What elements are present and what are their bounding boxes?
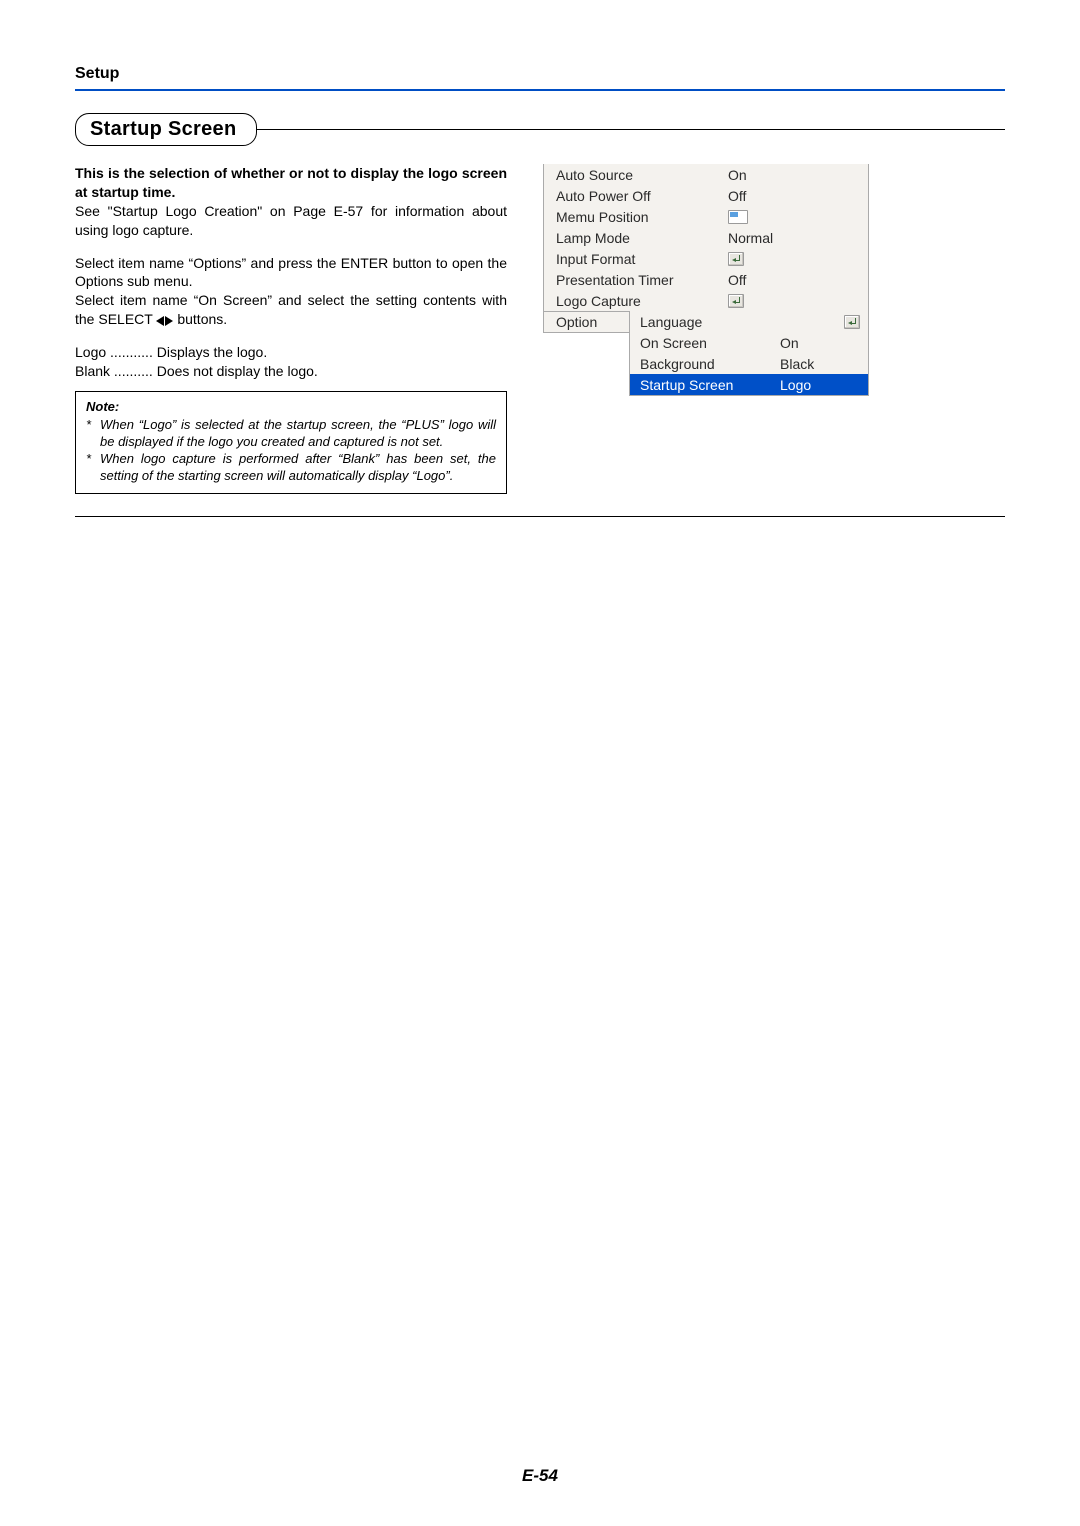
def-term: Logo [75,343,106,362]
submenu-row-startup-screen: Startup Screen Logo [630,374,868,395]
menu-label: Input Format [556,251,728,267]
enter-icon [728,294,744,308]
menu-label: Memu Position [556,209,728,225]
note-heading: Note: [86,398,496,416]
submenu-row-language: Language [630,311,868,332]
submenu-value: Logo [780,377,860,393]
left-column: This is the selection of whether or not … [75,164,507,494]
header-divider [75,89,1005,91]
menu-row-auto-source: Auto Source On [544,164,868,185]
step-2: Select item name “On Screen” and select … [75,291,507,329]
note-text: When logo capture is performed after “Bl… [100,451,496,485]
title-rule [255,129,1005,131]
select-arrows-icon [156,312,173,331]
menu-label: Logo Capture [556,293,728,309]
asterisk-icon: * [86,451,100,485]
menu-label: Auto Source [556,167,728,183]
menu-value: On [728,167,862,183]
def-val: Does not display the logo. [157,362,318,381]
menu-label: Presentation Timer [556,272,728,288]
def-val: Displays the logo. [157,343,268,362]
submenu-value: On [780,335,860,351]
menu-row-logo-capture: Logo Capture [544,290,868,311]
step-1: Select item name “Options” and press the… [75,254,507,292]
menu-row-lamp-mode: Lamp Mode Normal [544,227,868,248]
submenu-row-background: Background Black [630,353,868,374]
menu-value: Off [728,188,862,204]
def-dots: .......... [114,362,153,381]
submenu-label: Startup Screen [640,377,780,393]
enter-icon [844,315,860,329]
submenu-label: On Screen [640,335,780,351]
enter-icon [728,252,744,266]
menu-label: Lamp Mode [556,230,728,246]
option-composite-row: Option Language On Screen On Background … [543,312,869,396]
menu-row-input-format: Input Format [544,248,868,269]
submenu-label: Language [640,314,780,330]
submenu-row-on-screen: On Screen On [630,332,868,353]
page-number: E-54 [0,1466,1080,1486]
intro-paragraph: See "Startup Logo Creation" on Page E-57… [75,202,507,240]
title-pill: Startup Screen [75,113,257,146]
right-column: Auto Source On Auto Power Off Off Memu P… [543,164,869,494]
intro-bold: This is the selection of whether or not … [75,164,507,202]
submenu-value: Black [780,356,860,372]
step-2-b: buttons. [173,311,227,327]
note-item-2: * When logo capture is performed after “… [86,451,496,485]
menu-main: Auto Source On Auto Power Off Off Memu P… [543,164,869,312]
menu-label: Auto Power Off [556,188,728,204]
definition-blank: Blank .......... Does not display the lo… [75,362,507,381]
menu-row-presentation-timer: Presentation Timer Off [544,269,868,290]
asterisk-icon: * [86,417,100,451]
position-icon [728,210,748,224]
note-box: Note: * When “Logo” is selected at the s… [75,391,507,494]
menu-value: Off [728,272,862,288]
note-item-1: * When “Logo” is selected at the startup… [86,417,496,451]
menu-value: Normal [728,230,862,246]
step-2-a: Select item name “On Screen” and select … [75,292,507,327]
section-footer-rule [75,516,1005,517]
def-term: Blank [75,362,110,381]
menu-row-option-label: Option [543,312,629,333]
menu-row-menu-position: Memu Position [544,206,868,227]
menu-row-auto-power-off: Auto Power Off Off [544,185,868,206]
section-header: Setup [75,65,1005,83]
def-dots: ........... [110,343,153,362]
definition-logo: Logo ........... Displays the logo. [75,343,507,362]
menu-submenu: Language On Screen On Background Black S… [629,311,869,396]
submenu-label: Background [640,356,780,372]
title-row: Startup Screen [75,113,1005,146]
page-title: Startup Screen [90,118,236,140]
note-text: When “Logo” is selected at the startup s… [100,417,496,451]
